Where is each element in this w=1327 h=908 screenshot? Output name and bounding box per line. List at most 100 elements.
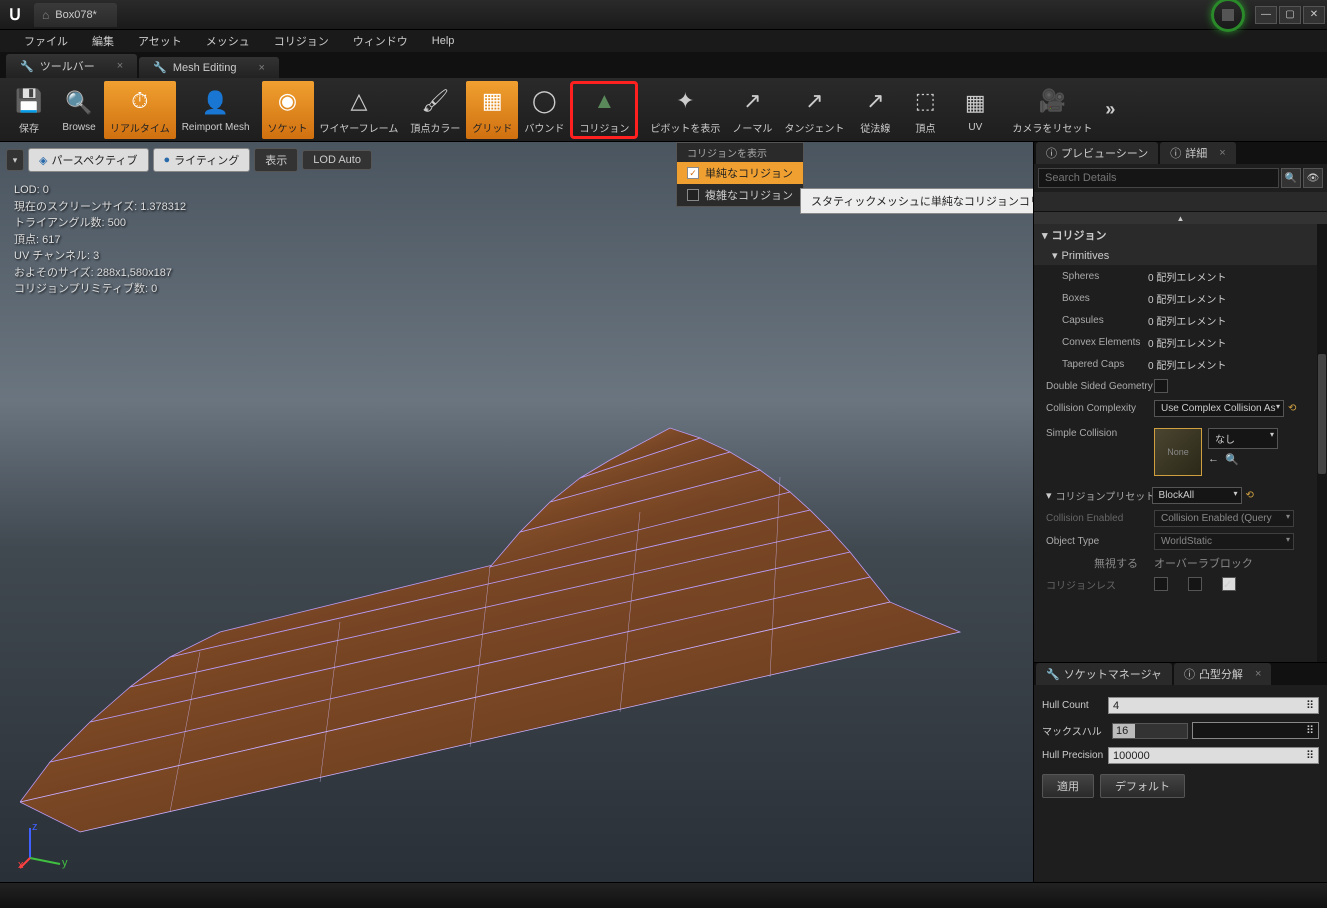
tool-realtime[interactable]: ⏱リアルタイム <box>104 81 176 139</box>
tool-reimport[interactable]: 👤Reimport Mesh <box>176 81 256 139</box>
asset-thumbnail[interactable]: None <box>1154 428 1202 476</box>
prop-boxes: Boxes0 配列エレメント <box>1034 287 1327 309</box>
tool-bound[interactable]: ◯バウンド <box>518 81 570 139</box>
hull-count-input[interactable]: 4⠿ <box>1108 697 1319 714</box>
close-icon[interactable]: × <box>1255 668 1261 680</box>
checkbox-icon: ✓ <box>687 167 699 179</box>
floppy-icon: 💾 <box>12 84 46 118</box>
section-primitives[interactable]: ▾Primitives <box>1034 246 1327 265</box>
section-collision[interactable]: ▾コリジョン <box>1034 224 1327 246</box>
tool-camera-reset[interactable]: 🎥カメラをリセット <box>1006 81 1098 139</box>
collision-complexity-dropdown[interactable]: Use Complex Collision As <box>1154 400 1284 417</box>
source-control-icon[interactable] <box>1211 0 1245 32</box>
search-icon[interactable]: 🔍 <box>1225 453 1239 466</box>
maximize-button[interactable]: ▢ <box>1279 6 1301 24</box>
arrow-left-icon[interactable]: ← <box>1208 453 1219 466</box>
minimize-button[interactable]: — <box>1255 6 1277 24</box>
tangent-icon: ↗ <box>797 84 831 118</box>
menu-asset[interactable]: アセット <box>126 31 194 51</box>
prop-collision-response: コリジョンレス ✓ <box>1034 573 1327 595</box>
search-eye-button[interactable]: 👁 <box>1303 168 1323 188</box>
search-row: 🔍 👁 <box>1034 164 1327 192</box>
tool-vertex[interactable]: ⬚頂点 <box>900 81 950 139</box>
menu-window[interactable]: ウィンドウ <box>341 31 420 51</box>
scrollbar[interactable] <box>1317 224 1327 662</box>
precision-input[interactable]: 100000⠿ <box>1108 747 1319 764</box>
viewport-topbar: ▾ ◈パースペクティブ ●ライティング 表示 LOD Auto <box>6 148 372 172</box>
menu-mesh[interactable]: メッシュ <box>194 31 262 51</box>
axis-gizmo[interactable]: z y x <box>18 820 68 870</box>
tab-details[interactable]: ⓘ詳細× <box>1160 142 1235 164</box>
menu-collision[interactable]: コリジョン <box>262 31 341 51</box>
checkbox-checked[interactable]: ✓ <box>1222 577 1236 591</box>
tab-socket-manager[interactable]: 🔧ソケットマネージャ <box>1036 663 1172 685</box>
camera-icon: 🎥 <box>1035 84 1069 118</box>
tool-socket[interactable]: ◉ソケット <box>262 81 314 139</box>
objtype-dropdown[interactable]: WorldStatic <box>1154 533 1294 550</box>
tab-convex[interactable]: ⓘ凸型分解× <box>1174 663 1271 685</box>
tab-toolbar[interactable]: 🔧 ツールバー × <box>6 54 137 78</box>
spinner-icon: ⠿ <box>1306 699 1314 712</box>
preset-dropdown[interactable]: BlockAll <box>1152 487 1242 504</box>
prop-collision-complexity: Collision ComplexityUse Complex Collisio… <box>1034 397 1327 420</box>
lod-dropdown[interactable]: LOD Auto <box>302 150 372 170</box>
show-dropdown[interactable]: 表示 <box>254 148 298 172</box>
reset-icon[interactable]: ⟲ <box>1246 490 1254 501</box>
close-button[interactable]: ✕ <box>1303 6 1325 24</box>
checkbox-icon <box>687 189 699 201</box>
tool-save[interactable]: 💾保存 <box>4 81 54 139</box>
perspective-dropdown[interactable]: ◈パースペクティブ <box>28 148 149 172</box>
toolbar-overflow[interactable]: » <box>1098 81 1122 139</box>
menu-help[interactable]: Help <box>420 33 467 49</box>
tool-normal[interactable]: ↗ノーマル <box>726 81 778 139</box>
tool-binormal[interactable]: ↗従法線 <box>850 81 900 139</box>
menu-file[interactable]: ファイル <box>12 31 80 51</box>
tool-collision[interactable]: ▲コリジョン <box>570 81 638 139</box>
ue-logo-icon: 𝖴 <box>0 0 30 30</box>
close-icon[interactable]: × <box>1219 147 1225 159</box>
cube-icon: ◈ <box>39 154 47 167</box>
max-hull-input[interactable]: ⠿ <box>1192 722 1319 739</box>
tool-tangent[interactable]: ↗タンジェント <box>778 81 850 139</box>
max-hull-row: マックスハル 16 ⠿ <box>1034 718 1327 743</box>
dropdown-item-simple[interactable]: ✓ 単純なコリジョン <box>677 162 803 184</box>
viewport[interactable]: ▾ ◈パースペクティブ ●ライティング 表示 LOD Auto LOD: 0 現… <box>0 142 1033 882</box>
tooltip: スタティックメッシュに単純なコリジョンコリジョンメッシュが割り当てられている場合… <box>800 188 1033 214</box>
grid-icon: ▦ <box>475 84 509 118</box>
info-icon: ⓘ <box>1046 145 1057 161</box>
menubar: ファイル 編集 アセット メッシュ コリジョン ウィンドウ Help <box>0 30 1327 52</box>
title-tab[interactable]: ⌂ Box078* <box>34 3 117 27</box>
statusbar <box>0 882 1327 908</box>
prop-tapered: Tapered Caps0 配列エレメント <box>1034 353 1327 375</box>
checkbox[interactable] <box>1154 379 1168 393</box>
tab-preview-scene[interactable]: ⓘプレビューシーン <box>1036 142 1158 164</box>
chevron-down-icon: ▾ <box>1052 249 1058 262</box>
mesh-preview <box>20 422 990 842</box>
enabled-dropdown[interactable]: Collision Enabled (Query <box>1154 510 1294 527</box>
menu-edit[interactable]: 編集 <box>80 31 126 51</box>
search-filter-button[interactable]: 🔍 <box>1281 168 1301 188</box>
collapse-bar[interactable]: ▲ <box>1034 212 1327 224</box>
tab-mesh-editing[interactable]: 🔧 Mesh Editing × <box>139 57 279 78</box>
details-properties: ▾コリジョン ▾Primitives Spheres0 配列エレメント Boxe… <box>1034 224 1327 662</box>
tool-grid[interactable]: ▦グリッド <box>466 81 518 139</box>
search-input[interactable] <box>1038 168 1279 188</box>
tool-browse[interactable]: 🔍Browse <box>54 81 104 139</box>
dropdown-item-complex[interactable]: 複雑なコリジョン <box>677 184 803 206</box>
wrench-icon: 🔧 <box>1046 668 1060 681</box>
reset-icon[interactable]: ⟲ <box>1288 403 1296 414</box>
tool-uv[interactable]: ▦UV <box>950 81 1000 139</box>
default-button[interactable]: デフォルト <box>1100 774 1185 798</box>
tool-pivot[interactable]: ✦ピボットを表示 <box>644 81 726 139</box>
tool-wireframe[interactable]: △ワイヤーフレーム <box>314 81 405 139</box>
dropdown-header: コリジョンを表示 <box>677 143 803 162</box>
tool-vertexcolor[interactable]: 🖌頂点カラー <box>404 81 466 139</box>
lit-dropdown[interactable]: ●ライティング <box>153 148 251 172</box>
checkbox[interactable] <box>1154 577 1168 591</box>
max-hull-slider[interactable]: 16 <box>1112 723 1188 739</box>
prop-convex: Convex Elements0 配列エレメント <box>1034 331 1327 353</box>
apply-button[interactable]: 適用 <box>1042 774 1094 798</box>
viewport-options-dropdown[interactable]: ▾ <box>6 149 24 171</box>
simple-collision-dropdown[interactable]: なし <box>1208 428 1278 449</box>
checkbox[interactable] <box>1188 577 1202 591</box>
